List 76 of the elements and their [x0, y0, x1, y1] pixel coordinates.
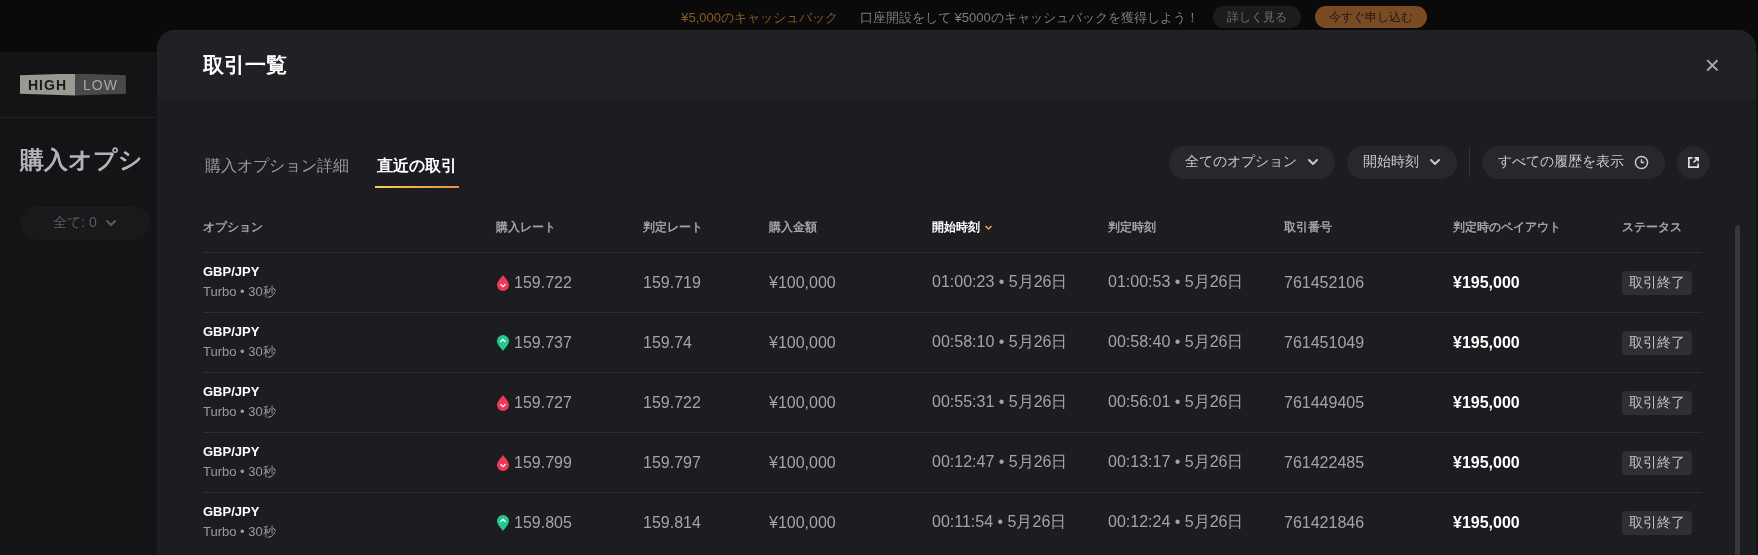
status-badge: 取引終了 [1622, 390, 1692, 415]
table-cell: 761451049 [1284, 333, 1365, 352]
history-button[interactable]: すべての履歴を表示 [1482, 145, 1665, 179]
table-cell: ¥100,000 [769, 273, 836, 292]
external-link-icon [1687, 155, 1700, 169]
clock-icon [1634, 154, 1649, 170]
table-cell-text: 00:55:31 • 5月26日 [932, 392, 1068, 412]
table-cell: ¥195,000 [1453, 513, 1520, 532]
option-type: Turbo • 30秒 [203, 343, 276, 361]
column-header[interactable]: 購入レート [496, 218, 556, 236]
option-type: Turbo • 30秒 [203, 283, 276, 301]
table-cell: ¥100,000 [769, 453, 836, 472]
column-header[interactable]: オプション [203, 218, 263, 236]
table-cell-text: 01:00:23 • 5月26日 [932, 272, 1068, 292]
table-cell: 159.722 [643, 393, 701, 412]
table-cell: 159.814 [643, 513, 701, 532]
table-cell: ¥195,000 [1453, 273, 1520, 292]
asset-name: GBP/JPY [203, 324, 260, 339]
table-cell-text: 01:00:53 • 5月26日 [1108, 272, 1244, 292]
modal-title: 取引一覧 [203, 52, 287, 78]
table-cell: ¥195,000 [1453, 393, 1520, 412]
option-type: Turbo • 30秒 [203, 523, 276, 541]
table-cell: 761449405 [1284, 393, 1365, 412]
table-cell: ¥195,000 [1453, 333, 1520, 352]
promo-message: 口座開設をして ¥5000のキャッシュバックを獲得しよう！ [860, 9, 1199, 27]
asset-name: GBP/JPY [203, 384, 260, 399]
option-type: Turbo • 30秒 [203, 403, 276, 421]
tab[interactable]: 直近の取引 [375, 136, 459, 188]
table-cell: ¥100,000 [769, 333, 836, 352]
table-cell-text: 00:12:24 • 5月26日 [1108, 512, 1244, 532]
column-header[interactable]: ステータス [1622, 218, 1682, 236]
asset-name: GBP/JPY [203, 264, 260, 279]
filter-dropdown[interactable]: 全てのオプション [1169, 145, 1335, 179]
close-button[interactable]: × [1698, 49, 1726, 81]
table-cell: 159.737 [514, 333, 572, 352]
status-badge: 取引終了 [1622, 510, 1692, 535]
filter-dropdown[interactable]: 開始時刻 [1347, 145, 1457, 179]
promo-headline: ¥5,000のキャッシュバック [681, 9, 838, 27]
column-header[interactable]: 判定レート [643, 218, 703, 236]
chevron-down-icon [104, 217, 117, 229]
table-cell: ¥195,000 [1453, 453, 1520, 472]
table-cell-text: 00:13:17 • 5月26日 [1108, 452, 1244, 472]
column-header[interactable]: 判定時刻 [1108, 218, 1156, 236]
asset-name: GBP/JPY [203, 444, 260, 459]
column-header[interactable]: 購入金額 [769, 218, 817, 236]
scrollbar-thumb[interactable] [1735, 225, 1740, 555]
table-cell-text: 00:58:10 • 5月26日 [932, 332, 1068, 352]
table-cell: 761452106 [1284, 273, 1365, 292]
chevron-down-icon [1307, 156, 1319, 168]
table-cell-text: 00:12:47 • 5月26日 [932, 452, 1068, 472]
status-badge: 取引終了 [1622, 450, 1692, 475]
tab[interactable]: 購入オプション詳細 [203, 136, 351, 188]
table-cell: 761422485 [1284, 453, 1365, 472]
table-cell: 159.805 [514, 513, 572, 532]
export-button[interactable] [1677, 145, 1710, 179]
table-cell-text: 00:11:54 • 5月26日 [932, 512, 1067, 532]
status-badge: 取引終了 [1622, 270, 1692, 295]
chevron-down-icon [1429, 156, 1441, 168]
option-type: Turbo • 30秒 [203, 463, 276, 481]
table-cell: 159.727 [514, 393, 572, 412]
column-header[interactable]: 判定時のペイアウト [1453, 218, 1561, 236]
table-cell: ¥100,000 [769, 513, 836, 532]
table-cell-text: 00:56:01 • 5月26日 [1108, 392, 1244, 412]
status-badge: 取引終了 [1622, 330, 1692, 355]
table-cell: 159.722 [514, 273, 572, 292]
table-cell: 159.797 [643, 453, 701, 472]
table-cell: ¥100,000 [769, 393, 836, 412]
table-cell: 761421846 [1284, 513, 1365, 532]
table-cell: 159.799 [514, 453, 572, 472]
page-title: 購入オプシ [20, 145, 143, 175]
column-header[interactable]: 取引番号 [1284, 218, 1332, 236]
table-cell: 159.74 [643, 333, 692, 352]
column-header[interactable]: 開始時刻 [932, 218, 980, 236]
table-cell: 159.719 [643, 273, 701, 292]
asset-name: GBP/JPY [203, 504, 260, 519]
table-cell-text: 00:58:40 • 5月26日 [1108, 332, 1244, 352]
